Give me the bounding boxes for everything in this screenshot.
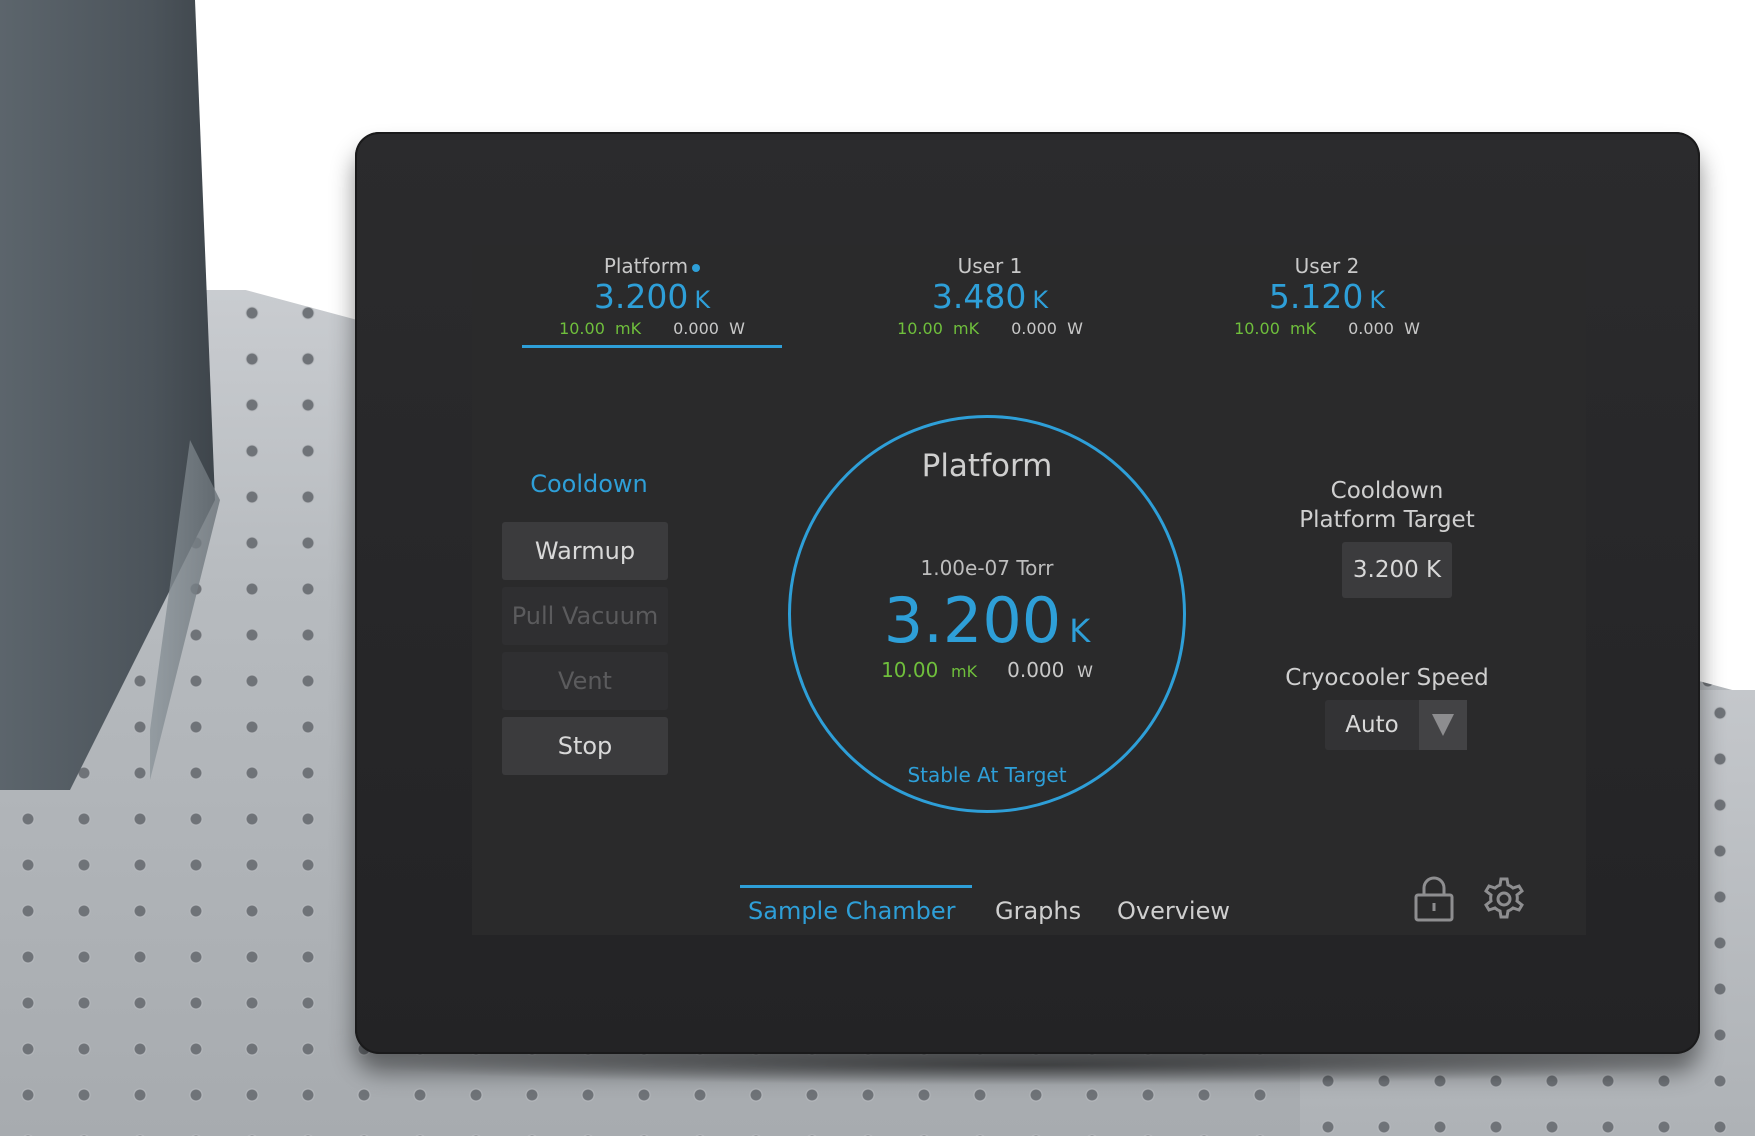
temperature-unit: K <box>1369 286 1386 314</box>
target-temperature-field[interactable]: 3.200 K <box>1342 542 1452 598</box>
target-label-line1: Cooldown <box>1330 478 1444 504</box>
dropdown-arrow-icon[interactable] <box>1419 700 1467 750</box>
photo-scene: Platform 3.200 K 10.00 mK 0.000 W User 1 3… <box>0 0 1755 1136</box>
sensor-user-1[interactable]: User 1 3.480 K 10.00 mK 0.000 W <box>850 253 1130 348</box>
target-label: Cooldown Platform Target <box>1282 477 1492 535</box>
cryocooler-speed-value: Auto <box>1345 712 1399 738</box>
gear-icon[interactable] <box>1480 873 1528 925</box>
gauge-title: Platform <box>921 448 1053 484</box>
temperature-unit: K <box>694 286 711 314</box>
gauge-temperature: 3.200 K <box>791 586 1183 666</box>
cryocooler-speed-select[interactable]: Auto <box>1325 700 1467 750</box>
tab-sample-chamber[interactable]: Sample Chamber <box>748 897 956 931</box>
gauge-status: Stable At Target <box>907 763 1067 787</box>
gauge-power: 0.000 W <box>1007 658 1093 682</box>
gauge-stability-value: 10.00 <box>881 658 939 682</box>
power-unit: W <box>1404 319 1420 338</box>
stability-readout: 10.00 mK <box>897 319 979 338</box>
temperature-value: 3.480 <box>931 277 1027 316</box>
sensor-user-1-temperature: 3.480 K <box>850 279 1130 318</box>
power-unit: W <box>1067 319 1083 338</box>
sensor-name: User 2 <box>1187 253 1467 279</box>
power-value: 0.000 <box>1011 319 1057 338</box>
stability-value: 10.00 <box>559 319 605 338</box>
cryocooler-speed-label: Cryocooler Speed <box>1285 665 1489 691</box>
stability-value: 10.00 <box>1234 319 1280 338</box>
sensor-user-2[interactable]: User 2 5.120 K 10.00 mK 0.000 W <box>1187 253 1467 348</box>
active-tab-underline <box>740 885 972 888</box>
gauge-power-value: 0.000 <box>1007 658 1065 682</box>
stability-readout: 10.00 mK <box>559 319 641 338</box>
sensor-platform-details: 10.00 mK 0.000 W <box>512 318 792 340</box>
stability-readout: 10.00 mK <box>1234 319 1316 338</box>
sensor-user-2-name: User 2 <box>1294 254 1360 278</box>
sensor-name: Platform <box>512 253 792 279</box>
tab-overview[interactable]: Overview <box>1117 897 1230 931</box>
gauge-temperature-value: 3.200 <box>883 584 1062 657</box>
pull-vacuum-button[interactable]: Pull Vacuum <box>502 587 668 645</box>
temperature-value: 3.200 <box>593 277 689 316</box>
platform-gauge: Platform 1.00e-07 Torr 3.200 K 10.00 mK 0.… <box>788 415 1186 813</box>
target-label-line2: Platform Target <box>1299 507 1475 533</box>
tab-graphs[interactable]: Graphs <box>995 897 1081 931</box>
gauge-stability: 10.00 mK <box>881 658 977 682</box>
sensor-platform[interactable]: Platform 3.200 K 10.00 mK 0.000 W <box>512 253 792 348</box>
gauge-stability-unit: mK <box>951 662 978 681</box>
temperature-unit: K <box>1032 286 1049 314</box>
power-unit: W <box>729 319 745 338</box>
stop-button[interactable]: Stop <box>502 717 668 775</box>
sensor-user-2-temperature: 5.120 K <box>1187 279 1467 318</box>
warmup-button[interactable]: Warmup <box>502 522 668 580</box>
vent-button[interactable]: Vent <box>502 652 668 710</box>
gauge-pressure: 1.00e-07 Torr <box>920 556 1054 580</box>
power-value: 0.000 <box>673 319 719 338</box>
temperature-value: 5.120 <box>1268 277 1364 316</box>
lock-icon[interactable] <box>1410 873 1458 925</box>
power-value: 0.000 <box>1348 319 1394 338</box>
power-readout: 0.000 W <box>1011 319 1083 338</box>
touchscreen-display: Platform 3.200 K 10.00 mK 0.000 W User 1 3… <box>472 245 1586 935</box>
sensor-user-2-details: 10.00 mK 0.000 W <box>1187 318 1467 340</box>
sensor-platform-temperature: 3.200 K <box>512 279 792 318</box>
stability-unit: mK <box>953 319 980 338</box>
mode-label: Cooldown <box>530 470 648 498</box>
sensor-platform-name: Platform <box>603 254 689 278</box>
stability-value: 10.00 <box>897 319 943 338</box>
power-readout: 0.000 W <box>673 319 745 338</box>
sensor-name: User 1 <box>850 253 1130 279</box>
gauge-details: 10.00 mK 0.000 W <box>791 658 1183 682</box>
power-readout: 0.000 W <box>1348 319 1420 338</box>
sensor-user-1-details: 10.00 mK 0.000 W <box>850 318 1130 340</box>
gauge-power-unit: W <box>1077 662 1093 681</box>
active-indicator-icon <box>692 263 701 272</box>
stability-unit: mK <box>615 319 642 338</box>
sensor-user-1-name: User 1 <box>957 254 1023 278</box>
gauge-temperature-unit: K <box>1069 612 1091 650</box>
stability-unit: mK <box>1290 319 1317 338</box>
